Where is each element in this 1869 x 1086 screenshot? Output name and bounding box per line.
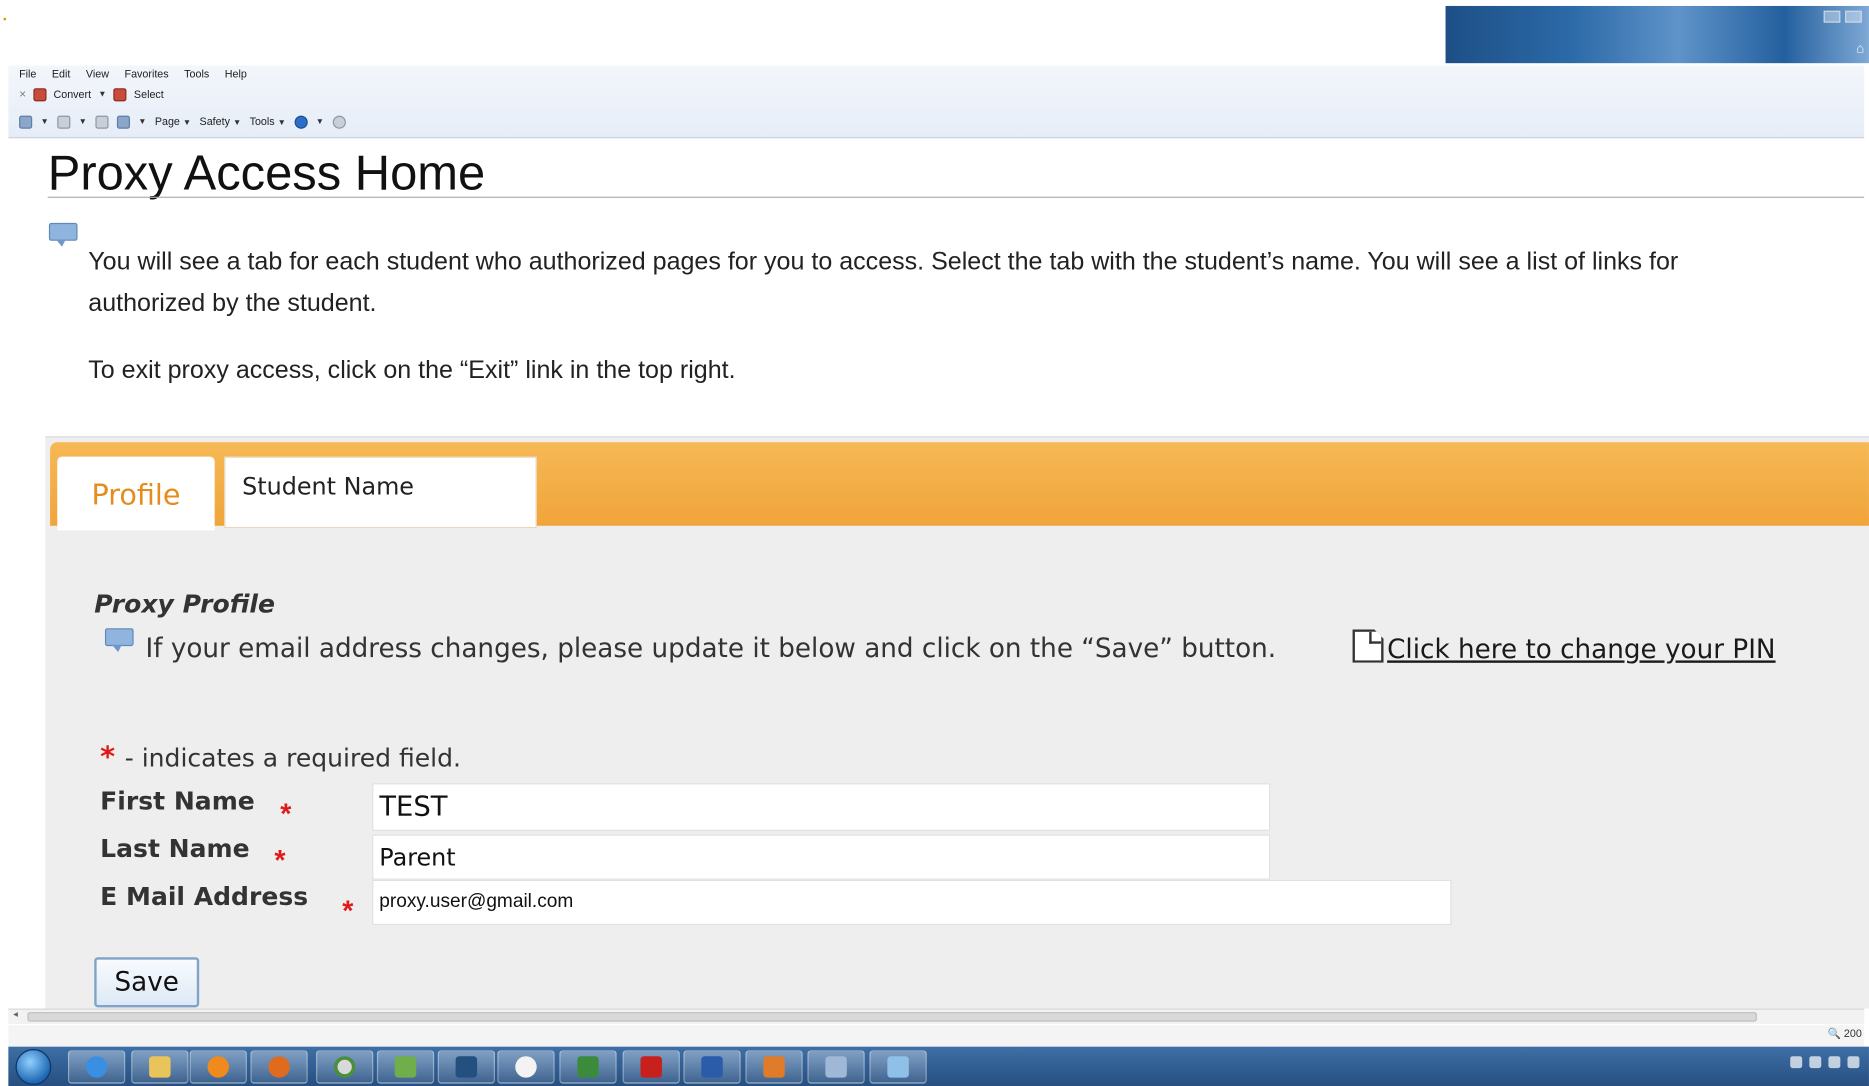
folder-icon[interactable]: [131, 1050, 189, 1084]
system-tray: [1790, 1056, 1860, 1069]
horizontal-scrollbar[interactable]: ◂: [8, 1008, 1865, 1025]
java-icon[interactable]: [745, 1050, 803, 1084]
status-bar: 🔍 200: [8, 1025, 1865, 1047]
corner-artifact: [3, 17, 6, 21]
intro-text: You will see a tab for each student who …: [88, 241, 1869, 324]
window-title-bar: ⌂: [1445, 5, 1869, 64]
menu-help[interactable]: Help: [225, 66, 247, 83]
print-icon[interactable]: [116, 115, 130, 129]
page-menu[interactable]: Page ▼: [155, 116, 191, 128]
menu-tools[interactable]: Tools: [184, 66, 209, 83]
comment-icon: [48, 222, 78, 247]
page-dropdown-icon: ▼: [182, 119, 192, 128]
menu-bar: File Edit View Favorites Tools Help: [19, 66, 247, 83]
command-bar: ▼ ▼ ▼ Page ▼ Safety ▼ Tools ▼ ▼: [19, 113, 346, 130]
email-field[interactable]: [372, 879, 1452, 926]
section-title: Proxy Profile: [94, 590, 276, 619]
last-name-field[interactable]: [372, 834, 1271, 880]
first-name-label: First Name: [100, 786, 255, 816]
feeds-dropdown-icon[interactable]: ▼: [79, 117, 87, 125]
restore-button[interactable]: [1845, 10, 1862, 23]
tab-student-name[interactable]: Student Name: [224, 456, 537, 529]
required-asterisk-icon: *: [100, 740, 116, 774]
last-name-label: Last Name: [100, 834, 250, 864]
safety-dropdown-icon: ▼: [232, 119, 242, 128]
required-asterisk-icon: *: [342, 895, 354, 928]
safety-menu-label: Safety: [199, 115, 230, 128]
zoom-level-text: 200: [1843, 1027, 1862, 1040]
tab-profile[interactable]: Profile: [57, 456, 215, 531]
start-button[interactable]: [15, 1049, 52, 1085]
browser-toolbar: File Edit View Favorites Tools Help × Co…: [8, 65, 1865, 139]
tools-menu-label: Tools: [249, 115, 275, 128]
menu-file[interactable]: File: [19, 66, 36, 83]
scrollbar-thumb[interactable]: [27, 1012, 1757, 1022]
database-icon[interactable]: [807, 1050, 865, 1084]
help-icon[interactable]: [294, 115, 308, 129]
intro-line-2: authorized by the student.: [88, 289, 377, 318]
convert-button[interactable]: Convert: [53, 88, 91, 100]
home-icon[interactable]: ⌂: [1856, 42, 1864, 56]
select-button[interactable]: Select: [134, 88, 164, 100]
mail-icon[interactable]: [95, 115, 109, 129]
required-asterisk-icon: *: [280, 798, 292, 831]
menu-favorites[interactable]: Favorites: [125, 66, 169, 83]
word-icon[interactable]: [683, 1050, 741, 1084]
home-dropdown-icon[interactable]: ▼: [41, 117, 49, 125]
messenger-icon[interactable]: [497, 1050, 555, 1084]
email-label: E Mail Address: [100, 882, 309, 911]
first-name-field[interactable]: [372, 783, 1271, 831]
tab-panel: Profile Student Name Proxy Profile If yo…: [45, 436, 1869, 1009]
page-menu-label: Page: [154, 115, 180, 128]
notes-icon[interactable]: [869, 1050, 927, 1084]
page-title: Proxy Access Home: [47, 145, 486, 201]
photos-icon[interactable]: [376, 1050, 435, 1084]
home-page-icon[interactable]: [19, 115, 33, 129]
convert-icon: [33, 87, 47, 101]
help-dropdown-icon[interactable]: ▼: [316, 117, 324, 125]
media-player-icon[interactable]: [189, 1050, 247, 1084]
tab-strip: Profile Student Name: [50, 442, 1869, 531]
action-center-icon[interactable]: [1847, 1056, 1860, 1069]
change-pin-link[interactable]: Click here to change your PIN: [1387, 635, 1775, 665]
comment-icon: [104, 628, 134, 653]
print-dropdown-icon[interactable]: ▼: [138, 117, 146, 125]
intro-line-1: You will see a tab for each student who …: [88, 247, 1679, 276]
required-note-text: - indicates a required field.: [124, 743, 461, 773]
exit-instructions: To exit proxy access, click on the “Exit…: [88, 356, 736, 384]
menu-view[interactable]: View: [86, 66, 109, 83]
firefox-icon[interactable]: [250, 1050, 308, 1084]
chrome-icon[interactable]: [316, 1050, 374, 1084]
close-toolbar-icon[interactable]: ×: [19, 88, 26, 101]
network-icon[interactable]: [1790, 1056, 1803, 1069]
scroll-left-icon[interactable]: ◂: [13, 1009, 18, 1020]
select-icon: [113, 87, 127, 101]
pdf-toolbar: × Convert ▼ Select: [19, 86, 164, 103]
excel-icon[interactable]: [559, 1050, 617, 1084]
minimize-button[interactable]: [1823, 10, 1841, 23]
title-divider: [47, 196, 1865, 198]
tools-dropdown-icon: ▼: [277, 119, 286, 128]
internet-explorer-icon[interactable]: [67, 1050, 126, 1084]
volume-icon[interactable]: [1828, 1056, 1841, 1069]
taskbar: [8, 1046, 1869, 1086]
acrobat-icon[interactable]: [622, 1050, 680, 1084]
amazon-icon[interactable]: [437, 1050, 495, 1084]
display-icon[interactable]: [1809, 1056, 1822, 1069]
tools-menu[interactable]: Tools ▼: [250, 116, 286, 128]
safety-menu[interactable]: Safety ▼: [200, 116, 242, 128]
required-note: * - indicates a required field.: [100, 743, 461, 773]
research-icon[interactable]: [332, 115, 346, 129]
document-icon: [1352, 629, 1384, 663]
email-hint: If your email address changes, please up…: [145, 634, 1277, 664]
zoom-level[interactable]: 🔍 200: [1828, 1028, 1862, 1041]
feeds-icon[interactable]: [57, 115, 71, 129]
menu-edit[interactable]: Edit: [52, 66, 71, 83]
required-asterisk-icon: *: [274, 845, 286, 878]
save-button[interactable]: Save: [94, 957, 200, 1008]
convert-dropdown-icon[interactable]: ▼: [98, 90, 106, 98]
